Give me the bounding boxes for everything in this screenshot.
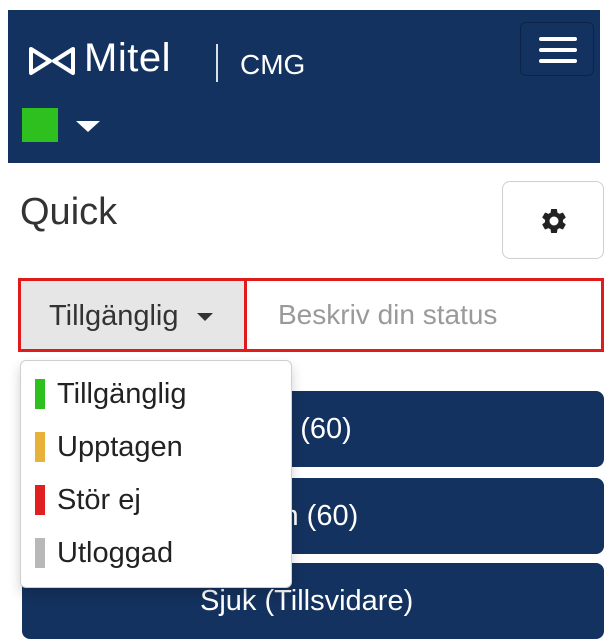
hamburger-menu-button[interactable] (520, 22, 594, 76)
caret-down-icon (197, 313, 213, 321)
status-dropdown-button[interactable]: Tillgänglig (21, 281, 247, 349)
page-title: Quick (20, 191, 118, 233)
mitel-logo-icon (29, 47, 75, 75)
status-option-label: Stör ej (57, 484, 141, 516)
settings-button[interactable] (502, 181, 604, 259)
gear-icon (542, 208, 566, 233)
status-description-input[interactable] (250, 281, 601, 349)
status-dropdown-label: Tillgänglig (49, 300, 179, 332)
status-option-label: Upptagen (57, 431, 183, 463)
app-name: CMG (240, 49, 306, 80)
quick-status-label: Sjuk (Tillsvidare) (200, 585, 414, 617)
status-option-label: Utloggad (57, 537, 174, 569)
hamburger-menu-icon (539, 37, 577, 41)
status-option-busy[interactable]: Upptagen (21, 422, 291, 474)
caret-down-icon[interactable] (76, 121, 100, 132)
app-header: Mitel CMG (8, 10, 600, 163)
status-input-group: Tillgänglig (18, 278, 604, 352)
header-divider (216, 44, 218, 82)
status-option-label: Tillgänglig (57, 378, 187, 410)
brand-name: Mitel (84, 36, 171, 80)
status-color-swatch (35, 538, 45, 568)
status-color-swatch (35, 379, 45, 409)
current-status-indicator[interactable] (22, 108, 58, 142)
status-option-do-not-disturb[interactable]: Stör ej (21, 475, 291, 527)
status-option-available[interactable]: Tillgänglig (21, 369, 291, 421)
status-option-logged-out[interactable]: Utloggad (21, 528, 291, 580)
status-dropdown-menu: Tillgänglig Upptagen Stör ej Utloggad (20, 360, 292, 588)
status-color-swatch (35, 432, 45, 462)
status-color-swatch (35, 485, 45, 515)
